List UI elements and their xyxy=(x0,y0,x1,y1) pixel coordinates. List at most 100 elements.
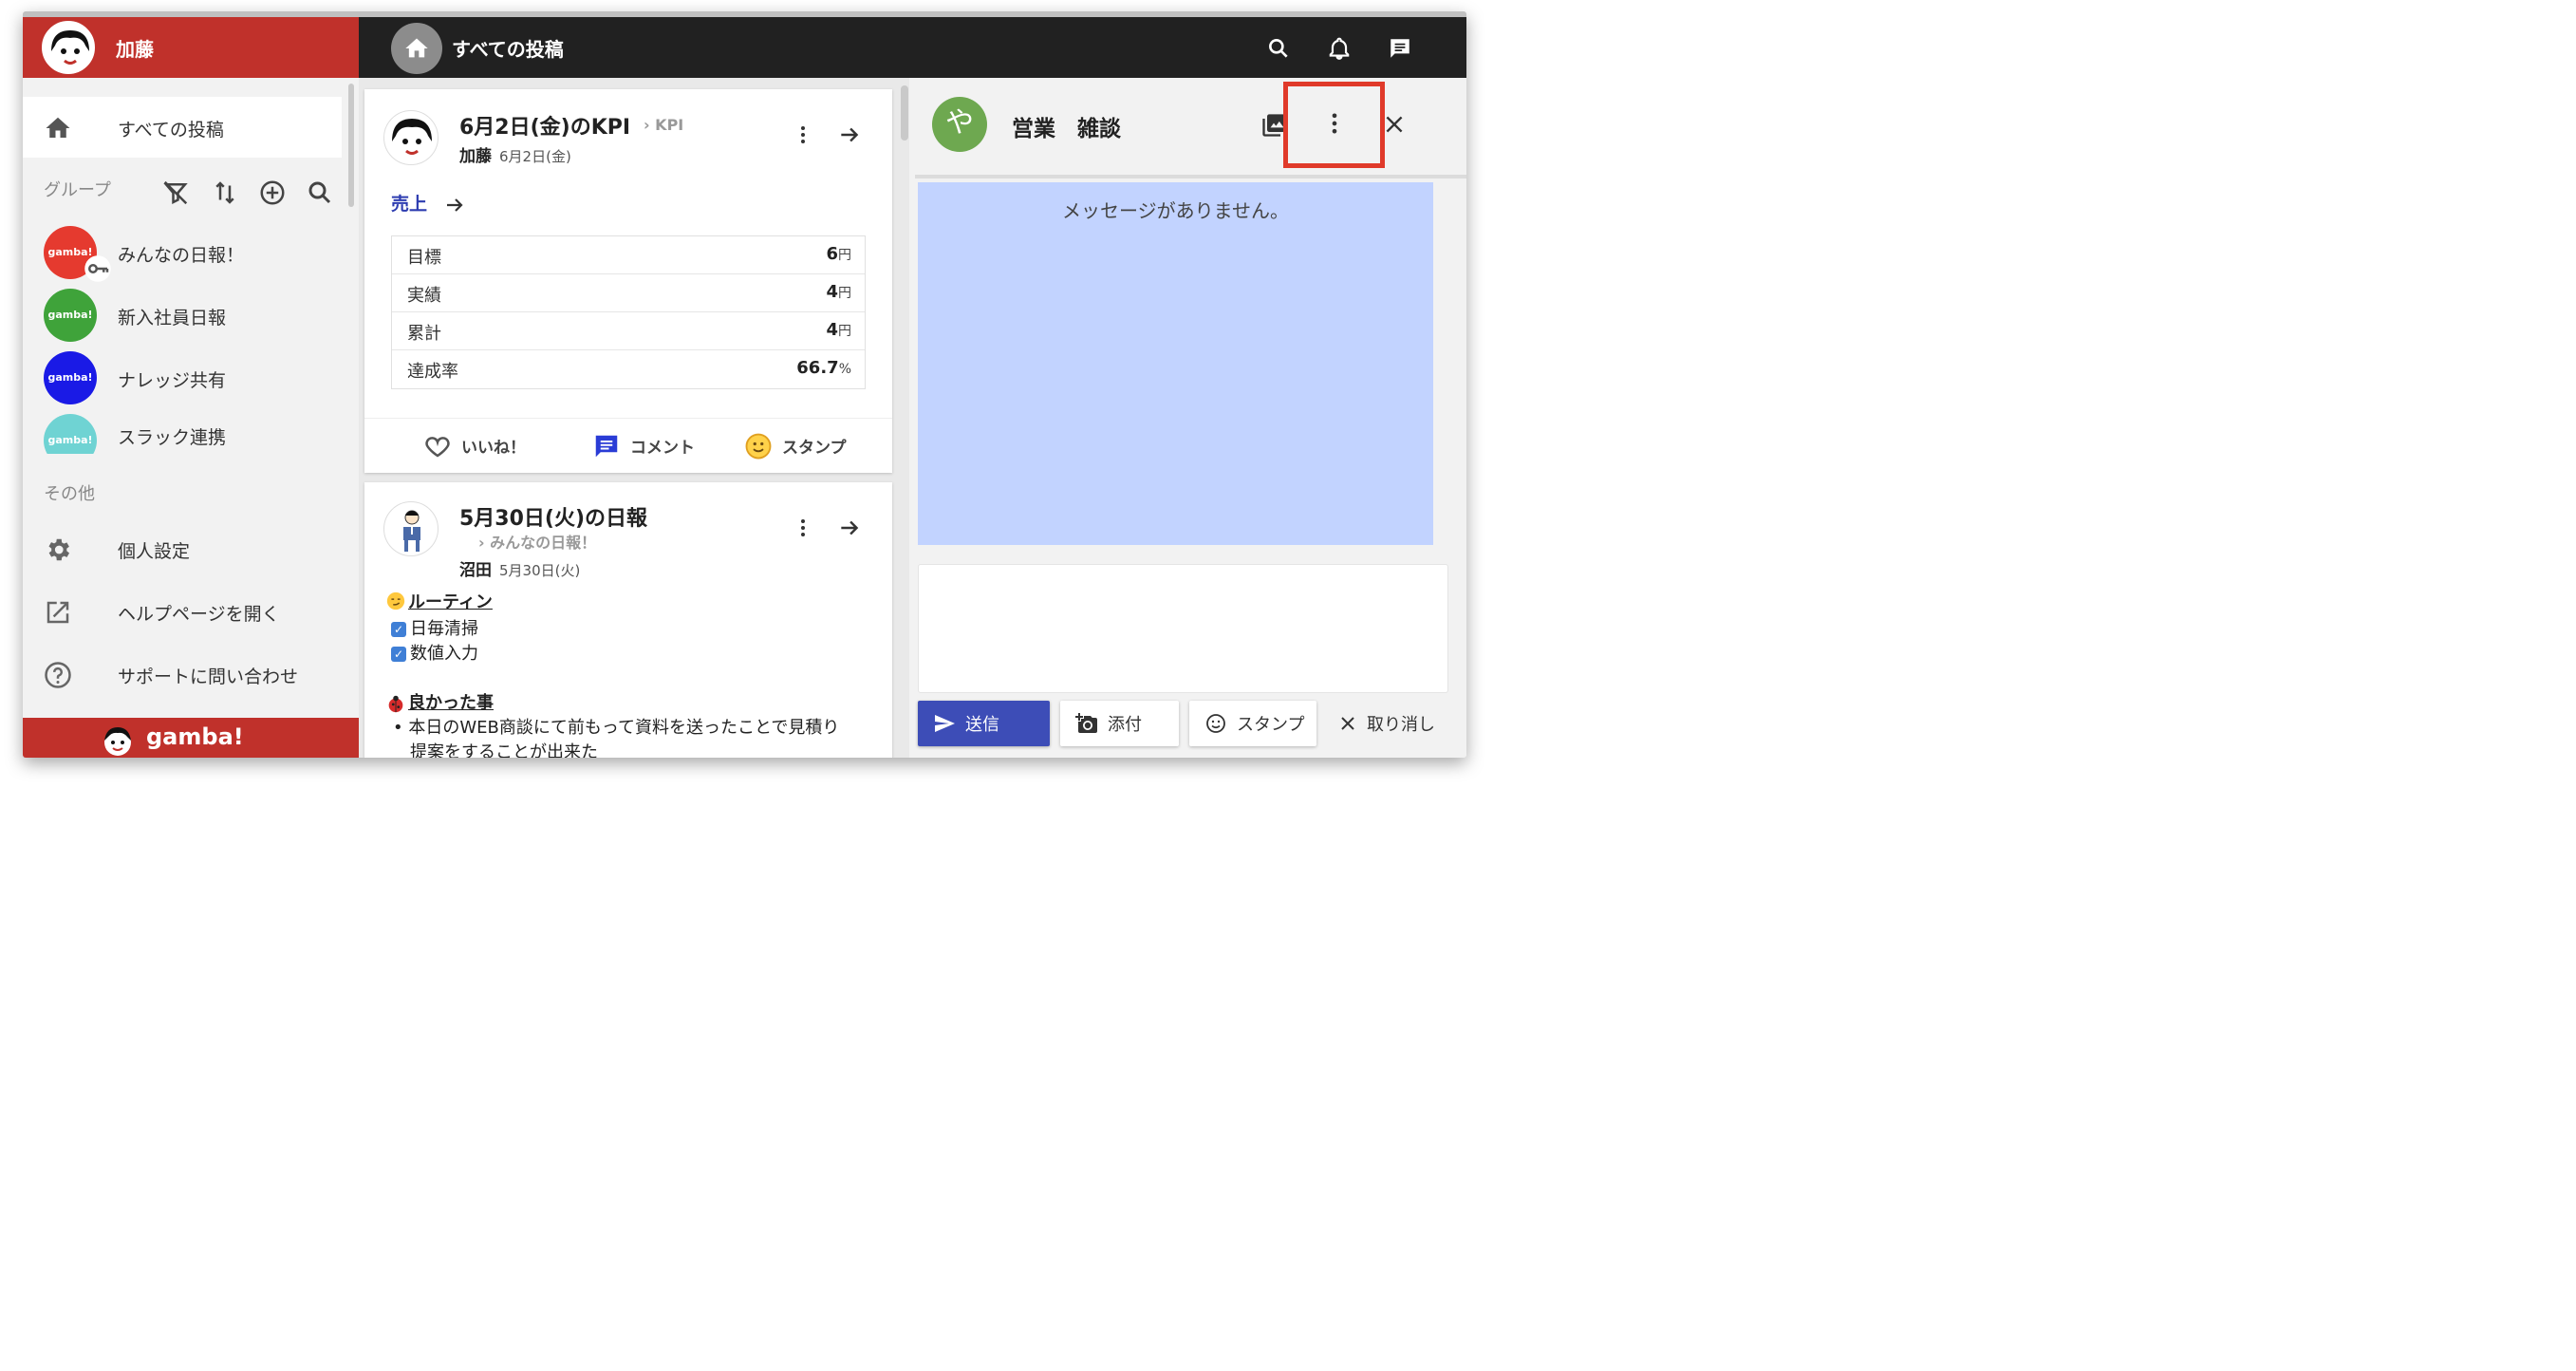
smirk-emoji-icon xyxy=(386,592,405,610)
kpi-unit: 円 xyxy=(838,248,851,263)
send-label: 送信 xyxy=(965,715,999,735)
like-button[interactable]: いいね！ xyxy=(423,432,537,460)
kpi-value: 66.7% xyxy=(796,358,851,378)
feed-scrollbar[interactable] xyxy=(901,85,908,141)
key-icon xyxy=(84,255,111,282)
home-icon xyxy=(46,117,70,138)
kpi-number: 4 xyxy=(826,320,838,340)
post-actions: いいね！ コメント スタンプ xyxy=(364,418,892,473)
kpi-row: 実績 4円 xyxy=(392,274,865,312)
post-title[interactable]: 5月30日(火)の日報 xyxy=(459,501,647,532)
comment-button[interactable]: コメント xyxy=(592,432,716,460)
help-circle-icon xyxy=(45,662,71,688)
heart-icon xyxy=(425,437,450,458)
bell-icon[interactable] xyxy=(1327,36,1352,61)
groups-section-label: グループ xyxy=(44,180,111,200)
kpi-value: 4円 xyxy=(826,282,851,302)
send-button[interactable]: 送信 xyxy=(918,701,1050,746)
author-avatar[interactable] xyxy=(383,110,439,165)
report-section-heading: 良かった事 xyxy=(408,693,494,713)
post-title[interactable]: 6月2日(金)のKPI xyxy=(459,110,630,141)
author-name: 沼田 xyxy=(459,561,492,580)
kpi-row: 累計 4円 xyxy=(392,312,865,350)
more-vert-icon[interactable] xyxy=(792,123,814,146)
stamp-button[interactable]: スタンプ xyxy=(744,432,868,460)
sidebar-header: 加藤 xyxy=(23,17,359,78)
chat-divider xyxy=(915,175,1466,178)
add-circle-icon[interactable] xyxy=(258,178,287,207)
sidebar-item-support[interactable]: サポートに問い合わせ xyxy=(23,644,342,704)
kpi-name: 実績 xyxy=(407,286,441,306)
checkbox-checked-icon[interactable]: ✓ xyxy=(391,622,406,637)
post-card[interactable]: 6月2日(金)のKPI › KPI 加藤 6月2日(金) 売上 目標 6円 実績 4円… xyxy=(364,89,892,473)
post-card[interactable]: 5月30日(火)の日報 › みんなの日報！ 沼田 5月30日(火) ルーティン ✓… xyxy=(364,482,892,758)
arrow-right-icon[interactable] xyxy=(837,122,862,147)
sidebar-item-help-page[interactable]: ヘルプページを開く xyxy=(23,581,342,642)
kpi-row: 達成率 66.7% xyxy=(392,350,865,388)
checklist-item: ✓ 日毎清掃 xyxy=(391,615,478,640)
post-group-name: みんなの日報！ xyxy=(490,534,597,552)
user-avatar[interactable] xyxy=(42,21,95,74)
checklist-label: 日毎清掃 xyxy=(410,619,478,639)
main-header: すべての投稿 xyxy=(359,17,1466,78)
stamp-label: スタンプ xyxy=(782,439,847,458)
sort-icon[interactable] xyxy=(211,178,239,207)
home-icon xyxy=(405,38,428,58)
page-title: すべての投稿 xyxy=(452,38,564,61)
checklist-item: ✓ 数値入力 xyxy=(391,640,478,665)
comment-label: コメント xyxy=(630,439,695,458)
search-icon[interactable] xyxy=(1266,36,1291,61)
arrow-right-icon[interactable] xyxy=(837,516,862,540)
group-label: ナレッジ共有 xyxy=(118,370,227,391)
stamp-button[interactable]: スタンプ xyxy=(1189,701,1316,746)
sidebar-item-group-2[interactable]: gamba! 新入社員日報 xyxy=(23,285,342,346)
search-icon[interactable] xyxy=(306,178,334,207)
empty-message: メッセージがありません。 xyxy=(1062,199,1289,222)
sidebar-item-label: 個人設定 xyxy=(118,541,191,562)
sidebar-scrollbar[interactable] xyxy=(348,84,354,207)
mascot-icon xyxy=(104,727,131,756)
sidebar-item-group-1[interactable]: gamba! みんなの日報！ xyxy=(23,222,342,283)
sidebar-item-label: サポートに問い合わせ xyxy=(118,667,299,687)
kpi-unit: 円 xyxy=(838,286,851,301)
post-date: 5月30日(火) xyxy=(499,562,581,579)
camera-add-icon xyxy=(1075,713,1097,733)
checklist-label: 数値入力 xyxy=(410,644,478,664)
sidebar-item-group-4[interactable]: gamba! スラック連携 xyxy=(23,410,342,454)
kpi-number: 66.7 xyxy=(796,358,839,378)
stamp-label: スタンプ xyxy=(1237,715,1305,735)
chat-icon[interactable] xyxy=(1388,36,1412,61)
like-label: いいね！ xyxy=(461,439,526,458)
author-avatar-illustration xyxy=(392,119,432,155)
kpi-number: 6 xyxy=(826,244,838,264)
gear-icon xyxy=(48,538,69,561)
bullet-item: • 本日のWEB商談にて前もって資料を送ったことで見積り xyxy=(393,718,840,738)
message-list[interactable]: メッセージがありません。 xyxy=(918,182,1433,545)
filter-off-icon[interactable] xyxy=(161,178,190,207)
group-avatar: gamba! xyxy=(44,414,97,454)
sidebar-item-group-3[interactable]: gamba! ナレッジ共有 xyxy=(23,347,342,408)
more-vert-icon[interactable] xyxy=(792,516,814,539)
post-group[interactable]: › みんなの日報！ xyxy=(478,530,596,553)
brand-logo-text: gamba! xyxy=(146,723,244,750)
highlight-annotation xyxy=(1283,82,1385,168)
sidebar-item-settings[interactable]: 個人設定 xyxy=(23,518,342,579)
author-avatar[interactable] xyxy=(383,501,439,556)
post-group[interactable]: › KPI xyxy=(644,116,683,134)
kpi-link[interactable]: 売上 xyxy=(391,190,466,216)
group-label: 新入社員日報 xyxy=(118,308,227,329)
checkbox-checked-icon[interactable]: ✓ xyxy=(391,647,406,662)
app-window: 加藤 すべての投稿 グループ gamba! みんなの日報！ gamba! 新入社… xyxy=(23,11,1466,758)
send-icon xyxy=(935,715,955,732)
arrow-right-icon xyxy=(446,197,463,212)
message-input[interactable] xyxy=(918,564,1448,693)
sidebar-item-label: ヘルプページを開く xyxy=(118,604,280,625)
home-button[interactable] xyxy=(391,23,442,74)
sidebar-item-all-posts[interactable]: すべての投稿 xyxy=(23,97,342,158)
close-icon[interactable] xyxy=(1382,112,1407,137)
attach-button[interactable]: 添付 xyxy=(1060,701,1179,746)
cancel-button[interactable]: 取り消し xyxy=(1333,701,1456,746)
kpi-name: 累計 xyxy=(407,324,441,344)
kpi-name: 達成率 xyxy=(407,362,458,382)
kpi-row: 目標 6円 xyxy=(392,236,865,274)
